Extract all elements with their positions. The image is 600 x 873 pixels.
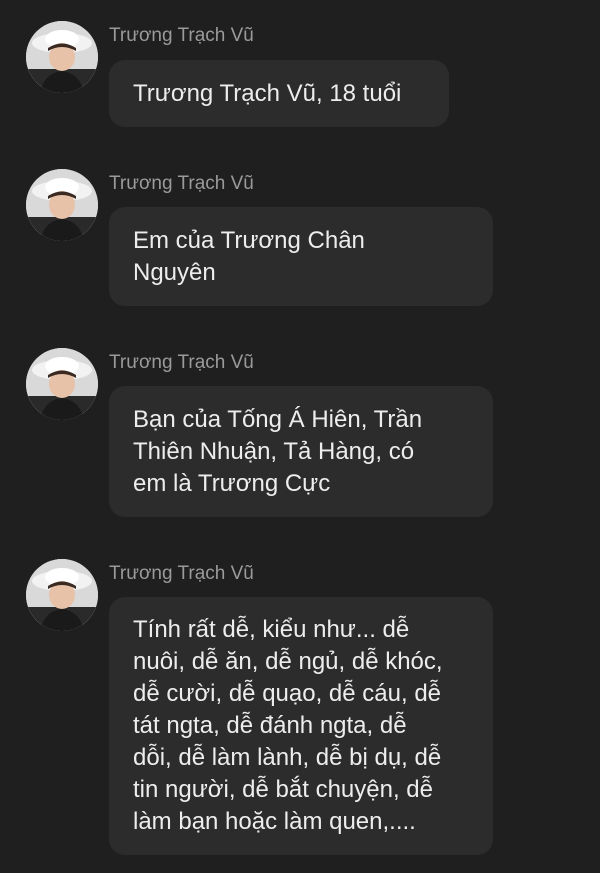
message-text: Tính rất dễ, kiểu như... dễ nuôi, dễ ăn,… bbox=[133, 616, 443, 835]
avatar-photo-icon bbox=[26, 169, 98, 241]
message-bubble[interactable]: Em của Trương Chân Nguyên bbox=[109, 207, 493, 306]
message-text: Trương Trạch Vũ, 18 tuổi bbox=[133, 79, 402, 107]
sender-name: Trương Trạch Vũ bbox=[109, 563, 254, 584]
message-bubble[interactable]: Bạn của Tống Á Hiên, Trần Thiên Nhuận, T… bbox=[109, 386, 493, 517]
sender-name: Trương Trạch Vũ bbox=[109, 173, 254, 194]
sender-name: Trương Trạch Vũ bbox=[109, 352, 254, 373]
sender-name: Trương Trạch Vũ bbox=[109, 25, 254, 46]
avatar[interactable] bbox=[26, 21, 98, 93]
message-bubble[interactable]: Tính rất dễ, kiểu như... dễ nuôi, dễ ăn,… bbox=[109, 597, 493, 855]
avatar-photo-icon bbox=[26, 21, 98, 93]
message-text: Em của Trương Chân Nguyên bbox=[133, 226, 365, 286]
avatar[interactable] bbox=[26, 169, 98, 241]
message-bubble[interactable]: Trương Trạch Vũ, 18 tuổi bbox=[109, 60, 449, 127]
avatar[interactable] bbox=[26, 559, 98, 631]
avatar[interactable] bbox=[26, 348, 98, 420]
message-text: Bạn của Tống Á Hiên, Trần Thiên Nhuận, T… bbox=[133, 405, 423, 497]
avatar-photo-icon bbox=[26, 559, 98, 631]
avatar-photo-icon bbox=[26, 348, 98, 420]
